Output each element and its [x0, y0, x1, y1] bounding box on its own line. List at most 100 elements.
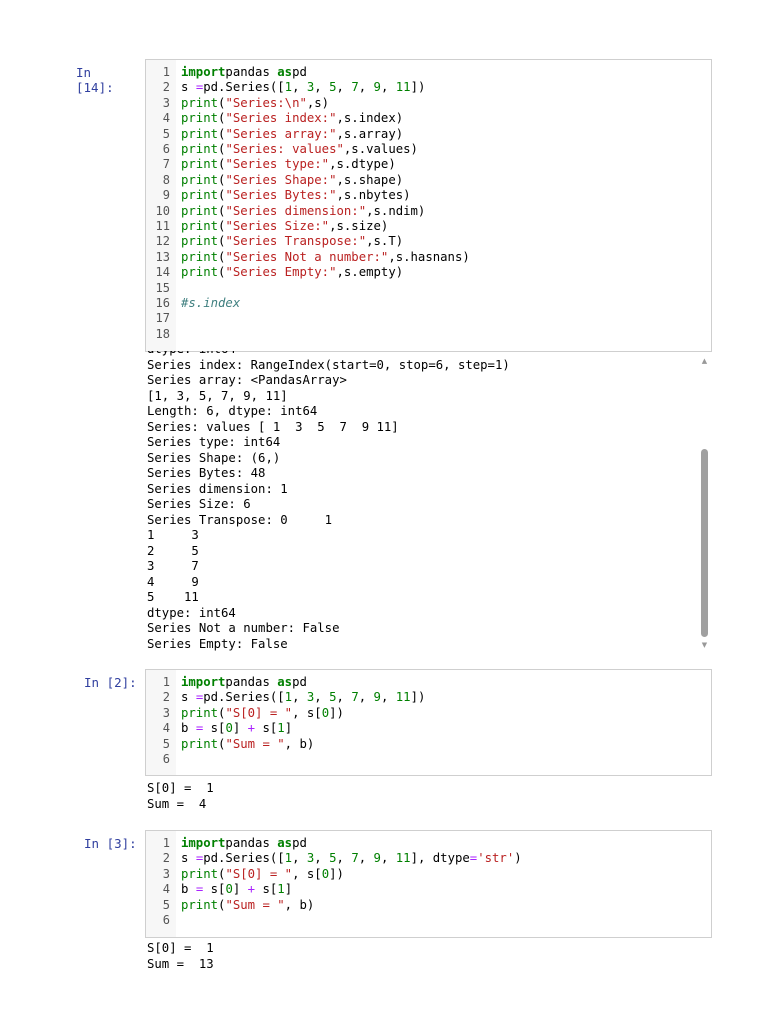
code-token: print [181, 142, 219, 156]
code-token: s[ [203, 882, 226, 897]
code-token: ,s.size) [329, 219, 389, 233]
code-token: "Series Not a number:" [225, 249, 389, 264]
code-token: 1 [284, 690, 293, 705]
output-text: dtype: int64 Series index: RangeIndex(sta… [147, 351, 510, 652]
output-line: 5 11 [147, 590, 199, 604]
output-line: Series index: RangeIndex(start=0, stop=6… [147, 357, 510, 372]
code-token: "Series Shape:" [225, 172, 337, 187]
output-line: 3 7 [147, 559, 199, 573]
code-token: print [181, 897, 219, 912]
code-token: ,s.shape) [336, 172, 404, 187]
code-token: 11 [395, 80, 411, 95]
code-line: b = s[0] + s[1] [181, 721, 292, 735]
code-line: importpandas aspd [181, 675, 307, 689]
code-token: 7 [351, 690, 359, 705]
code-token: as [277, 675, 293, 689]
line-number: 2 [162, 851, 170, 866]
code-token: , s[ [292, 705, 322, 720]
code-token: "Series dimension:" [225, 203, 367, 218]
code-token: 1 [277, 721, 285, 736]
code-token: , [336, 690, 352, 705]
code-cell-input[interactable]: 1 importpandas aspd 2 s =pd.Series([1, 3, 5… [145, 59, 712, 352]
code-token: "Series type:" [225, 157, 330, 172]
line-number: 10 [155, 203, 170, 218]
code-line: print("Series dimension:",s.ndim) [181, 204, 425, 218]
code-token: ]) [329, 866, 344, 881]
code-token: , [314, 690, 330, 705]
scroll-up-arrow-icon[interactable]: ▲ [700, 357, 709, 365]
code-token: print [181, 126, 219, 141]
line-number: 8 [162, 172, 170, 187]
code-token: print [181, 234, 219, 249]
line-number: 1 [162, 836, 170, 850]
line-number: 3 [162, 866, 170, 881]
code-token: import [181, 65, 226, 79]
code-line: print("Sum = ", b) [181, 737, 314, 751]
code-token: 1 [277, 882, 285, 897]
code-token: #s.index [181, 296, 241, 310]
output-line: Series Empty: False [147, 636, 288, 651]
code-token: , [380, 690, 396, 705]
code-token: b [181, 721, 196, 736]
code-token: 5 [329, 80, 337, 95]
output-line: 4 9 [147, 574, 199, 589]
code-token: "S[0] = " [225, 705, 293, 720]
code-token: , [380, 80, 396, 95]
output-line: 1 3 [147, 528, 199, 542]
output-line: Sum = 13 [147, 956, 214, 971]
line-number: 17 [155, 311, 170, 326]
code-line: print("Series Bytes:",s.nbytes) [181, 188, 411, 202]
output-line: S[0] = 1 [147, 781, 214, 795]
output-line: Series Bytes: 48 [147, 466, 266, 480]
code-line: print("S[0] = ", s[0]) [181, 867, 344, 881]
code-token: 0 [321, 866, 330, 881]
code-token: 1 [284, 851, 293, 866]
line-number: 16 [155, 296, 170, 310]
code-token: , [358, 690, 374, 705]
line-number: 7 [162, 157, 170, 172]
code-line: print("S[0] = ", s[0]) [181, 706, 344, 720]
code-token: print [181, 249, 219, 264]
code-token: 0 [321, 705, 330, 720]
code-cell-input[interactable]: 1 importpandas aspd 2 s =pd.Series([1, 3, 5… [145, 830, 712, 938]
scroll-down-arrow-icon[interactable]: ▼ [700, 641, 709, 649]
line-number: 18 [155, 326, 170, 341]
output-line: Series Not a number: False [147, 621, 340, 635]
code-token: b [181, 882, 196, 897]
code-line: print("Series:\n",s) [181, 96, 329, 110]
output-scroll-area[interactable]: dtype: int64 Series index: RangeIndex(sta… [147, 351, 712, 655]
code-token: as [277, 65, 293, 79]
code-line: print("Series Transpose:",s.T) [181, 234, 403, 248]
code-token: ] [284, 882, 293, 897]
output-text: S[0] = 1 Sum = 13 [147, 941, 214, 972]
code-token: ,s.ndim) [366, 203, 426, 218]
code-token: 0 [225, 721, 233, 736]
code-token: pd [292, 675, 307, 689]
code-token: ], dtype [410, 851, 470, 866]
code-line: print("Series: values",s.values) [181, 142, 418, 156]
code-token: , [336, 851, 352, 866]
output-line: [1, 3, 5, 7, 9, 11] [147, 388, 288, 403]
output-line: Series Transpose: 0 1 [147, 512, 333, 527]
code-token: 9 [373, 690, 381, 705]
output-line: 2 5 [147, 543, 199, 558]
code-token: 11 [395, 690, 411, 705]
line-number: 1 [162, 65, 170, 79]
code-cell-input[interactable]: 1 importpandas aspd 2 s =pd.Series([1, 3, 5… [145, 669, 712, 776]
output-scrollbar[interactable]: ▲ ▼ [700, 357, 709, 651]
code-token: print [181, 95, 219, 110]
scrollbar-thumb[interactable] [701, 449, 708, 637]
code-token: as [277, 836, 293, 850]
code-line: b = s[0] + s[1] [181, 882, 292, 896]
code-token: , [336, 80, 352, 95]
code-token: 1 [284, 80, 293, 95]
code-token: "S[0] = " [225, 866, 293, 881]
line-number: 2 [162, 80, 170, 95]
code-token: import [181, 836, 226, 850]
output-line: Length: 6, dtype: int64 [147, 404, 318, 418]
code-token: ,s.hasnans) [388, 249, 470, 264]
code-token: ]) [329, 705, 344, 720]
code-token: , [358, 851, 374, 866]
output-line: Series: values [ 1 3 5 7 9 11] [147, 419, 399, 434]
cell-prompt: In [2]: [84, 675, 137, 690]
